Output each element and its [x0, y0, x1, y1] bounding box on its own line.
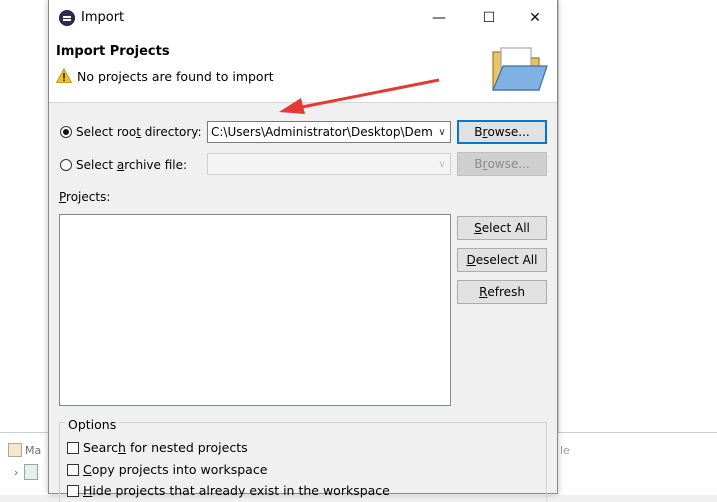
hide-existing-projects-label: Hide projects that already exist in the …: [83, 483, 390, 498]
workbench-bottom-tab[interactable]: Ma: [8, 440, 41, 460]
maximize-button[interactable]: ☐: [469, 4, 509, 32]
eclipse-app-icon: [59, 10, 75, 26]
workbench-right-text: le: [560, 444, 570, 457]
workbench-tree-item[interactable]: ›: [14, 464, 39, 480]
open-folder-icon: [492, 47, 548, 91]
projects-list[interactable]: [59, 214, 451, 406]
root-directory-combo[interactable]: C:\Users\Administrator\Desktop\Dem ∨: [207, 121, 451, 143]
wizard-title: Import Projects: [56, 44, 170, 59]
annotation-arrow: [279, 78, 440, 114]
dialog-title: Import: [81, 10, 125, 25]
select-root-directory-label: Select root directory:: [76, 125, 202, 139]
radio-indicator[interactable]: [60, 159, 72, 171]
import-dialog: Import — ☐ ✕ Import Projects No projects…: [48, 0, 558, 502]
wizard-header: Import Projects No projects are found to…: [49, 36, 557, 114]
chevron-down-icon[interactable]: ∨: [434, 127, 450, 138]
workbench-left-pane: [0, 0, 49, 432]
select-root-directory-radio[interactable]: Select root directory:: [60, 125, 202, 139]
options-group-label: Options: [65, 417, 120, 432]
select-archive-file-label: Select archive file:: [76, 158, 188, 172]
copy-projects-label: Copy projects into workspace: [83, 462, 268, 477]
workbench-bottom-tab-label: Ma: [25, 443, 42, 457]
browse-archive-button[interactable]: Br owse...: [457, 152, 547, 176]
chevron-right-icon: ›: [14, 465, 19, 479]
hide-existing-projects-checkbox[interactable]: Hide projects that already exist in the …: [67, 483, 390, 498]
checkbox-indicator[interactable]: [67, 463, 79, 476]
minimize-button[interactable]: —: [419, 4, 459, 32]
dialog-titlebar[interactable]: Import — ☐ ✕: [49, 0, 557, 36]
browse-root-button[interactable]: Br owse...: [457, 120, 547, 144]
search-nested-projects-checkbox[interactable]: Search for nested projects: [67, 440, 248, 455]
close-button[interactable]: ✕: [515, 4, 555, 32]
copy-projects-checkbox[interactable]: Copy projects into workspace: [67, 462, 267, 477]
project-icon: [24, 464, 39, 480]
refresh-button[interactable]: Refresh: [457, 280, 547, 304]
select-archive-file-radio[interactable]: Select archive file:: [60, 158, 187, 172]
checkbox-indicator[interactable]: [67, 441, 79, 454]
warning-icon: [56, 68, 72, 83]
chevron-down-icon[interactable]: ∨: [434, 159, 450, 170]
select-all-button[interactable]: Select All: [457, 216, 547, 240]
radio-indicator[interactable]: [60, 126, 72, 138]
view-tab-icon: [8, 443, 22, 457]
archive-file-combo[interactable]: ∨: [207, 153, 451, 175]
search-nested-projects-label: Search for nested projects: [83, 440, 248, 455]
checkbox-indicator[interactable]: [67, 484, 79, 497]
workbench-right-pane: [558, 0, 717, 432]
wizard-message: No projects are found to import: [77, 69, 274, 84]
deselect-all-button[interactable]: Deselect All: [457, 248, 547, 272]
projects-label: Projects:: [59, 190, 111, 204]
root-directory-value[interactable]: C:\Users\Administrator\Desktop\Dem: [208, 125, 434, 139]
